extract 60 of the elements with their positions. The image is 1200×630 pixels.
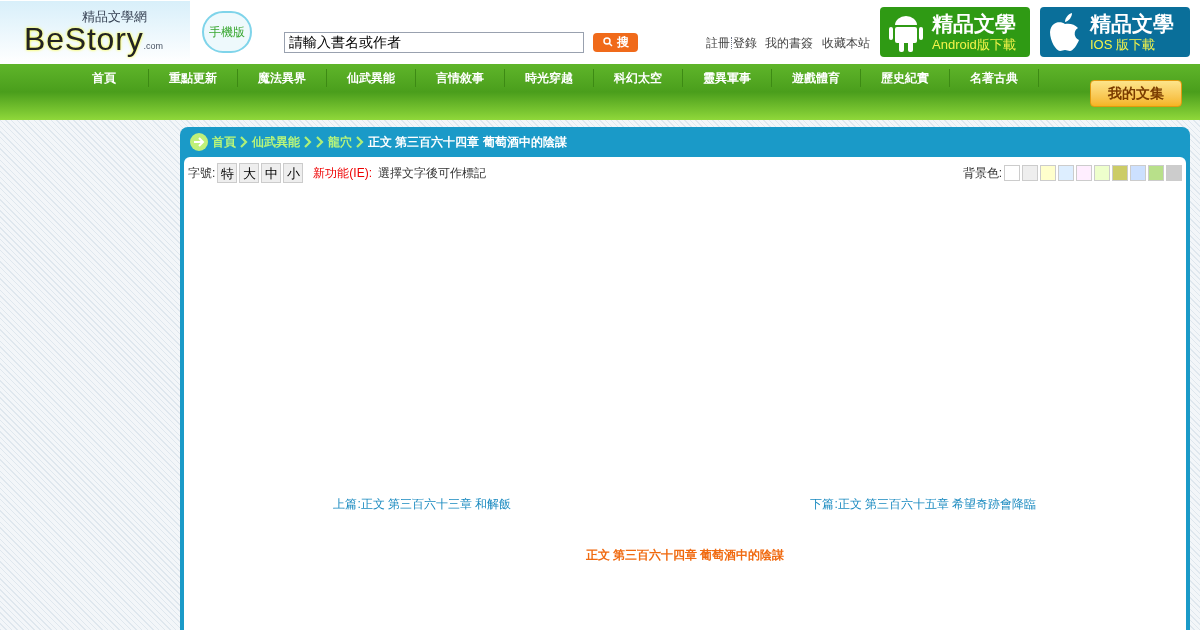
color-swatch[interactable] (1022, 165, 1038, 181)
app-title: 精品文學 (1090, 10, 1174, 37)
arrow-circle-icon (190, 133, 208, 151)
header-link[interactable]: 我的書簽 (765, 34, 814, 52)
nav-item[interactable]: 首頁 (60, 69, 149, 87)
my-collection-button[interactable]: 我的文集 (1090, 80, 1182, 107)
chevron-icon (240, 136, 248, 148)
app-subtitle: Android版下載 (932, 37, 1016, 54)
header-link[interactable]: 註冊 (706, 34, 730, 52)
nav-item[interactable]: 魔法異界 (238, 69, 327, 87)
chevron-icon (316, 136, 324, 148)
notice-label: 新功能(IE): (313, 165, 372, 182)
nav-item[interactable]: 靈異軍事 (683, 69, 772, 87)
color-swatch[interactable] (1130, 165, 1146, 181)
font-size-label: 字號: (188, 165, 216, 182)
font-size-button[interactable]: 小 (283, 163, 304, 183)
nav-item[interactable]: 時光穿越 (505, 69, 594, 87)
font-size-button[interactable]: 大 (239, 163, 260, 183)
nav-item[interactable]: 名著古典 (950, 69, 1039, 87)
previous-chapter-link[interactable]: 上篇:正文 第三百六十三章 和解飯 (333, 495, 512, 513)
search-icon (602, 37, 613, 47)
logo-name: BeStory (24, 22, 144, 55)
color-swatch[interactable] (1076, 165, 1092, 181)
chapter-title: 正文 第三百六十四章 葡萄酒中的陰謀 (584, 547, 786, 564)
app-download-button[interactable]: 精品文學 IOS 版下載 (1040, 7, 1190, 57)
chevron-icon (356, 136, 364, 148)
font-size-button[interactable]: 中 (261, 163, 282, 183)
breadcrumb-link[interactable]: 龍穴 (328, 133, 352, 151)
chevron-icon (304, 136, 312, 148)
mobile-version-bubble[interactable]: 手機版 (202, 11, 252, 53)
search-field[interactable]: 請輸入書名或作者 (284, 31, 584, 53)
color-swatch[interactable] (1058, 165, 1074, 181)
notice-text: 選擇文字後可作標記 (378, 165, 486, 182)
header-link[interactable]: 收藏本站 (821, 34, 870, 52)
color-swatch[interactable] (1112, 165, 1128, 181)
color-swatch[interactable] (1094, 165, 1110, 181)
app-subtitle: IOS 版下載 (1090, 37, 1155, 54)
nav-item[interactable]: 遊戲體育 (772, 69, 861, 87)
nav-item[interactable]: 歷史紀實 (861, 69, 950, 87)
breadcrumb-link[interactable]: 首頁 (212, 133, 236, 151)
app-title: 精品文學 (932, 10, 1016, 37)
search-button[interactable]: 搜 (593, 32, 638, 52)
color-swatch[interactable] (1148, 165, 1164, 181)
logo-suffix: .com (143, 41, 163, 51)
apple-icon (1048, 12, 1082, 52)
color-swatch[interactable] (1004, 165, 1020, 181)
nav-item[interactable]: 言情敘事 (416, 69, 505, 87)
logo-subtitle: 精品文學網 (81, 9, 148, 23)
breadcrumb-link[interactable]: 仙武異能 (252, 133, 300, 151)
next-chapter-link[interactable]: 下篇:正文 第三百六十五章 希望奇跡會降臨 (810, 495, 1037, 513)
breadcrumb-current: 正文 第三百六十四章 葡萄酒中的陰謀 (368, 134, 567, 151)
nav-item[interactable]: 科幻太空 (594, 69, 683, 87)
font-size-button[interactable]: 特 (217, 163, 238, 183)
color-swatch[interactable] (1166, 165, 1182, 181)
header-link[interactable]: 登錄 (733, 34, 757, 52)
app-download-button[interactable]: 精品文學 Android版下載 (880, 7, 1030, 57)
nav-item[interactable]: 重點更新 (149, 69, 238, 87)
color-swatch[interactable] (1040, 165, 1056, 181)
background-color-label: 背景色: (962, 165, 1002, 182)
nav-item[interactable]: 仙武異能 (327, 69, 416, 87)
